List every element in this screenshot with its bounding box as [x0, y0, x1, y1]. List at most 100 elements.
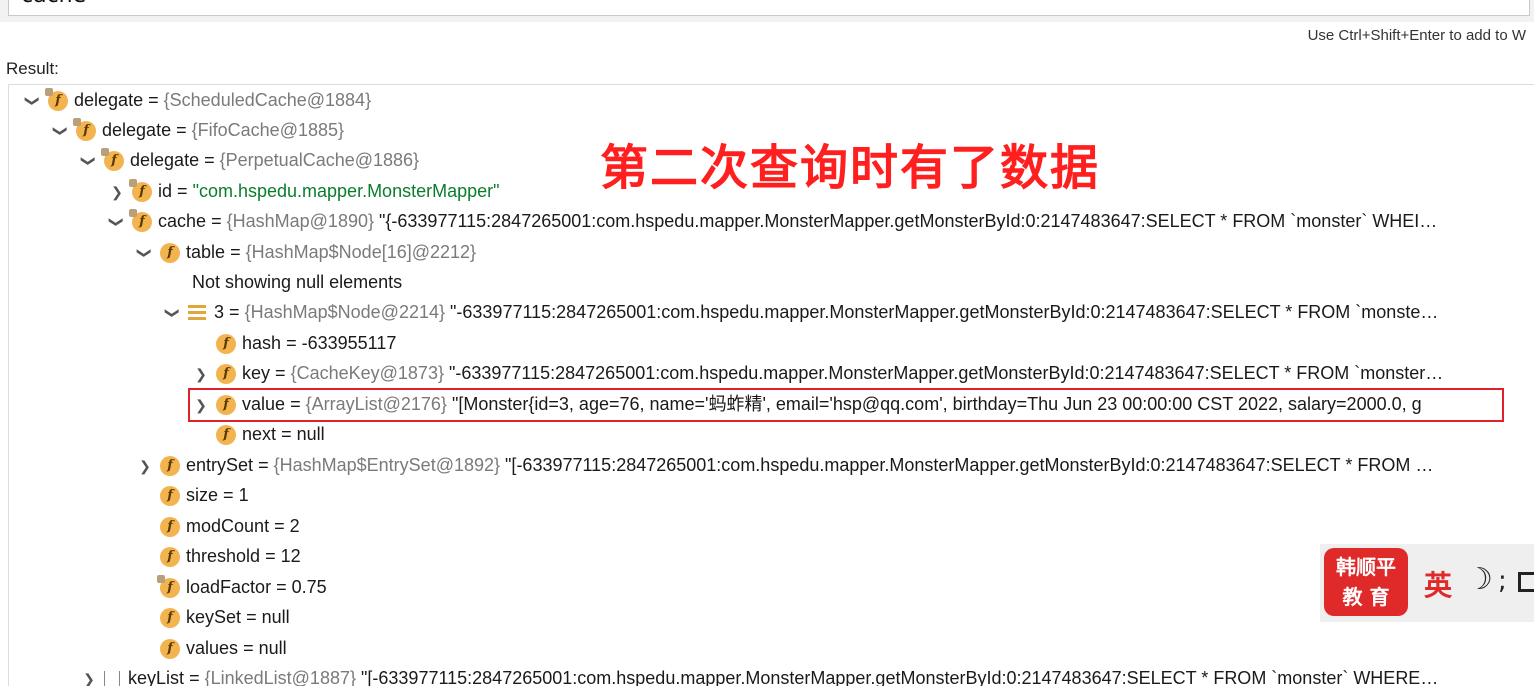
tree-row-cache[interactable]: ❯ f cache = {HashMap@1890} "{-633977115:2…	[107, 206, 1437, 236]
field-icon: f	[160, 547, 181, 568]
value-text: -633955117	[301, 333, 397, 353]
tree-row-delegate-2[interactable]: ❯ f delegate = {FifoCache@1885}	[51, 115, 344, 145]
field-icon: f	[160, 486, 181, 507]
tree-row-values[interactable]: ❯ fvalues = null	[135, 633, 287, 663]
tree-row-threshold[interactable]: ❯ fthreshold = 12	[135, 541, 301, 571]
tree-row-size[interactable]: ❯ fsize = 1	[135, 480, 249, 510]
field-icon: f	[160, 608, 181, 629]
type-label: {HashMap$EntrySet@1892}	[273, 455, 501, 475]
value-text: 0.75	[291, 577, 327, 597]
equals-sign: =	[246, 607, 257, 627]
expression-bar: cache	[0, 0, 1534, 22]
hsp-education-logo: 韩顺平 教 育	[1324, 548, 1408, 616]
value-text: null	[258, 638, 287, 658]
tree-row-delegate-1[interactable]: ❯ f delegate = {ScheduledCache@1884}	[23, 85, 371, 115]
type-label: {LinkedList@1887}	[204, 668, 356, 686]
chevron-down-icon[interactable]: ❯	[74, 151, 104, 171]
value-text: "-633977115:2847265001:com.hspedu.mapper…	[450, 302, 1439, 322]
value-text: "-633977115:2847265001:com.hspedu.mapper…	[448, 363, 1444, 383]
chevron-down-icon[interactable]: ❯	[102, 212, 132, 232]
value-text: null	[261, 607, 290, 627]
chevron-right-icon[interactable]: ❯	[107, 177, 127, 207]
moon-icon: ☽	[1466, 562, 1493, 597]
equals-sign: =	[211, 211, 222, 231]
equals-sign: =	[223, 485, 234, 505]
type-label: {PerpetualCache@1886}	[219, 150, 420, 170]
array-element-icon	[188, 305, 207, 322]
type-label: {CacheKey@1873}	[290, 363, 444, 383]
equals-sign: =	[148, 90, 159, 110]
type-label: {HashMap$Node[16]@2212}	[245, 242, 477, 262]
expression-input[interactable]: cache	[8, 0, 1530, 16]
equals-sign: =	[274, 516, 285, 536]
result-label: Result:	[6, 59, 59, 78]
field-icon: f	[160, 517, 181, 538]
annotation-caption: 第二次查询时有了数据	[600, 140, 1101, 196]
tree-row-delegate-3[interactable]: ❯ f delegate = {PerpetualCache@1886}	[79, 145, 419, 175]
equals-sign: =	[286, 333, 297, 353]
add-to-watches-hint: Use Ctrl+Shift+Enter to add to W	[1307, 27, 1526, 44]
logo-line-1: 韩顺平	[1336, 555, 1396, 579]
value-text: "com.hspedu.mapper.MonsterMapper"	[192, 181, 500, 201]
chevron-down-icon[interactable]: ❯	[158, 303, 188, 323]
chevron-down-icon[interactable]: ❯	[46, 121, 76, 141]
tree-row-loadfactor[interactable]: ❯ floadFactor = 0.75	[135, 572, 327, 602]
field-icon: f	[216, 425, 237, 446]
tree-row-key[interactable]: ❯ f key = {CacheKey@1873} "-633977115:284…	[191, 358, 1443, 388]
punctuation-indicator: ;	[1498, 566, 1507, 596]
type-label: {HashMap$Node@2214}	[244, 302, 445, 322]
field-icon: f	[160, 243, 181, 264]
type-label: {FifoCache@1885}	[191, 120, 345, 140]
value-text: "[-633977115:2847265001:com.hspedu.mappe…	[361, 668, 1439, 686]
value-text: "{-633977115:2847265001:com.hspedu.mappe…	[379, 211, 1438, 231]
equals-sign: =	[189, 668, 200, 686]
field-icon: f	[160, 639, 181, 660]
equals-sign: =	[243, 638, 254, 658]
tree-row-entryset[interactable]: ❯ f entrySet = {HashMap$EntrySet@1892} "[…	[135, 450, 1433, 480]
tree-row-node-3[interactable]: ❯ 3 = {HashMap$Node@2214} "-633977115:28…	[163, 297, 1438, 327]
tree-row-keyset[interactable]: ❯ fkeySet = null	[135, 602, 290, 632]
field-icon: f	[129, 179, 153, 203]
equals-sign: =	[258, 455, 269, 475]
chevron-down-icon[interactable]: ❯	[18, 91, 48, 111]
value-text: null	[296, 424, 325, 444]
field-icon: f	[45, 88, 69, 112]
equals-sign: =	[177, 181, 188, 201]
tree-row-next[interactable]: ❯ fnext = null	[191, 419, 325, 449]
value-row-highlight	[188, 388, 1504, 422]
value-text: 1	[238, 485, 249, 505]
equals-sign: =	[276, 577, 287, 597]
field-icon: f	[157, 575, 181, 599]
value-text: "[-633977115:2847265001:com.hspedu.mappe…	[505, 455, 1434, 475]
chevron-right-icon[interactable]: ❯	[79, 664, 99, 686]
chevron-right-icon[interactable]: ❯	[135, 451, 155, 481]
logo-line-2: 教 育	[1342, 585, 1390, 609]
chevron-right-icon[interactable]: ❯	[191, 359, 211, 389]
equals-sign: =	[265, 546, 276, 566]
tree-row-modcount[interactable]: ❯ fmodCount = 2	[135, 511, 300, 541]
null-elements-note: Not showing null elements	[192, 272, 403, 292]
tree-row-hash[interactable]: ❯ fhash = -633955117	[191, 328, 396, 358]
tree-row-id[interactable]: ❯ f id = "com.hspedu.mapper.MonsterMapper…	[107, 176, 500, 206]
type-label: {HashMap@1890}	[226, 211, 374, 231]
value-text: 12	[280, 546, 301, 566]
tree-row-null-note: Not showing null elements	[192, 267, 402, 297]
field-icon: f	[73, 118, 97, 142]
equals-sign: =	[281, 424, 292, 444]
tree-row-table[interactable]: ❯ f table = {HashMap$Node[16]@2212}	[135, 237, 476, 267]
field-icon: f	[216, 364, 237, 385]
field-icon: f	[129, 209, 153, 233]
ime-menu-icon	[1518, 572, 1534, 592]
ime-english-indicator: 英	[1424, 569, 1453, 602]
chevron-down-icon[interactable]: ❯	[130, 243, 160, 263]
field-icon: f	[160, 456, 181, 477]
equals-sign: =	[275, 363, 286, 383]
type-label: {ScheduledCache@1884}	[163, 90, 372, 110]
field-icon: f	[101, 148, 125, 172]
tree-row-keylist[interactable]: ❯ keyList = {LinkedList@1887} "[-6339771…	[79, 663, 1438, 686]
equals-sign: =	[230, 242, 241, 262]
watermark-area: 韩顺平 教 育 英 ☽ ;	[1320, 544, 1534, 622]
equals-sign: =	[204, 150, 215, 170]
field-icon: f	[216, 334, 237, 355]
equals-sign: =	[176, 120, 187, 140]
